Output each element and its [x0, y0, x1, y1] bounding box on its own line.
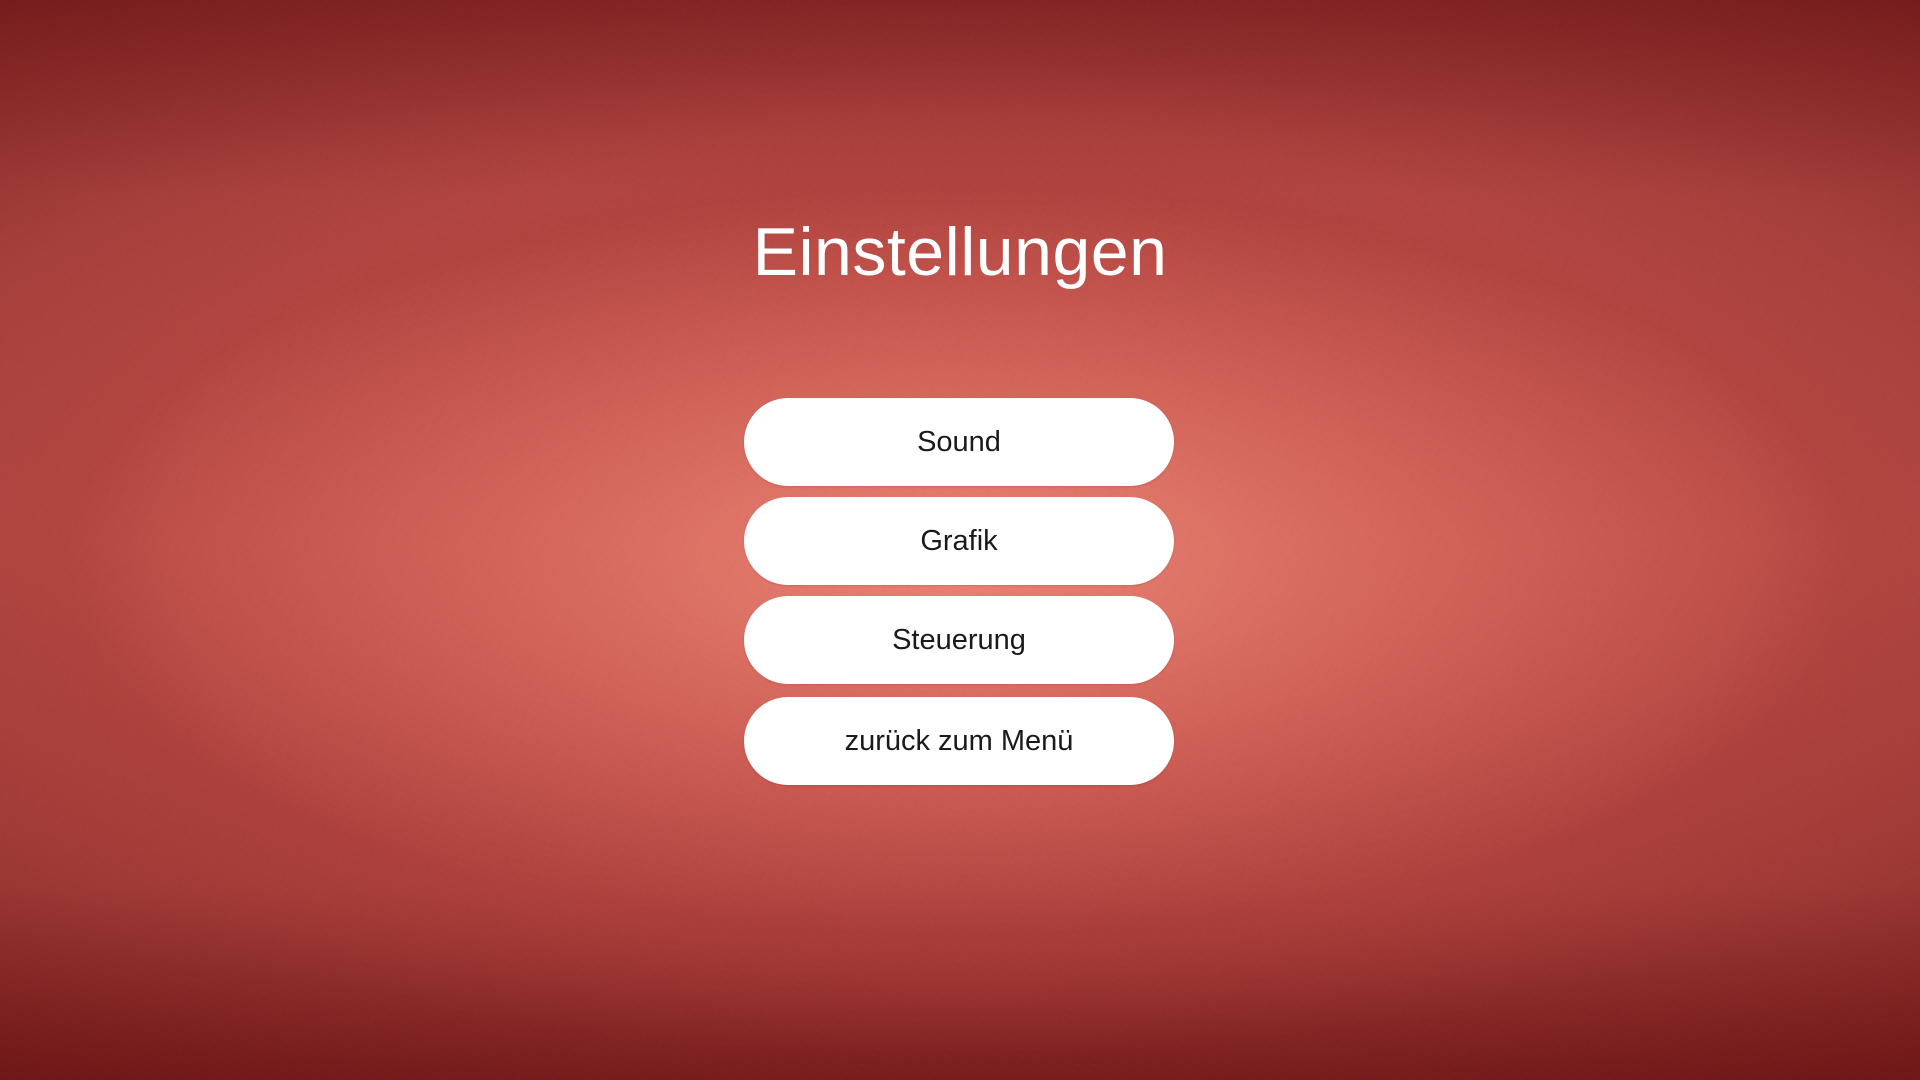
graphics-button[interactable]: Grafik — [744, 497, 1174, 585]
settings-menu: Sound Grafik Steuerung zurück zum Menü — [744, 398, 1174, 796]
controls-button[interactable]: Steuerung — [744, 596, 1174, 684]
back-to-menu-button[interactable]: zurück zum Menü — [744, 697, 1174, 785]
sound-button[interactable]: Sound — [744, 398, 1174, 486]
settings-screen: Einstellungen Sound Grafik Steuerung zur… — [0, 0, 1920, 1080]
page-title: Einstellungen — [752, 214, 1168, 290]
